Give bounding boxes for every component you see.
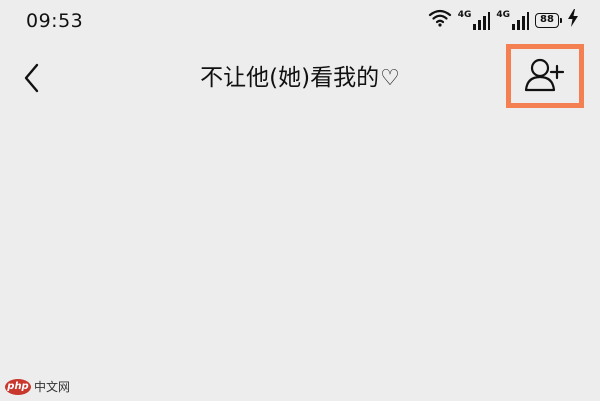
signal-bars-icon [473, 12, 491, 30]
network-type-label: 4G [496, 10, 510, 20]
signal-bars-icon [512, 12, 529, 30]
heart-icon: ♡ [380, 66, 400, 91]
network-type-label: 4G [457, 10, 472, 20]
status-bar: 09:53 4G 4G 88 [0, 0, 600, 42]
add-user-icon [524, 58, 565, 92]
battery-indicator: 88 [535, 12, 562, 28]
nav-header: 不让他(她)看我的♡ [0, 42, 600, 114]
status-icons: 4G 4G 88 [428, 8, 578, 32]
watermark: php 中文网 [5, 378, 70, 395]
watermark-text: 中文网 [34, 380, 71, 394]
battery-level: 88 [535, 12, 559, 28]
add-user-button[interactable] [506, 44, 584, 108]
page-title-text: 不让他(她)看我的 [200, 65, 380, 91]
app-screen: 09:53 4G 4G 88 不让他(她)看我的♡ php 中文网 [0, 0, 600, 401]
signal-4g-1: 4G [458, 10, 491, 30]
watermark-logo: php [5, 378, 31, 395]
charging-bolt-icon [568, 9, 578, 31]
status-time: 09:53 [26, 10, 84, 32]
signal-4g-2: 4G [496, 10, 529, 30]
wifi-icon [428, 9, 452, 31]
